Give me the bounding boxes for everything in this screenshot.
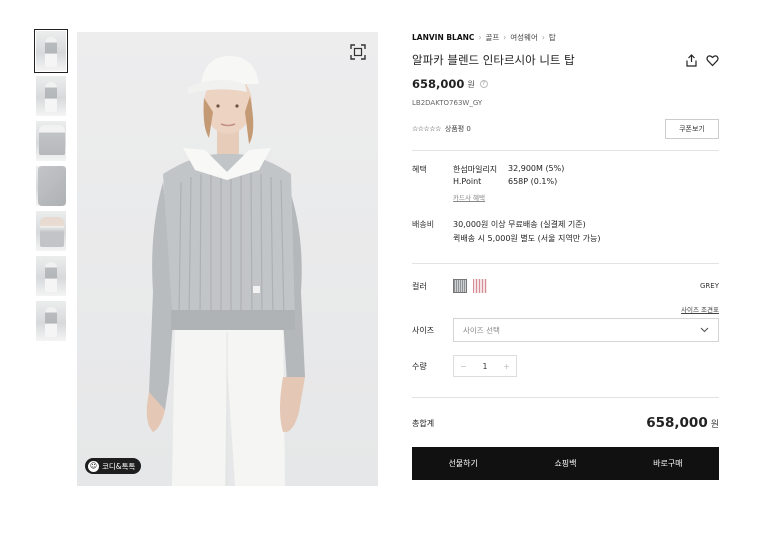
- breadcrumb-item[interactable]: 골프: [485, 32, 499, 43]
- card-benefit-link[interactable]: 카드사 혜택: [453, 192, 564, 205]
- currency-label: 원: [467, 79, 475, 89]
- main-product-image[interactable]: ☺ 코디&톡톡: [77, 32, 378, 486]
- gift-button[interactable]: 선물하기: [412, 447, 514, 480]
- plus-icon[interactable]: +: [503, 362, 510, 371]
- quantity-stepper: − 1 +: [453, 355, 517, 377]
- divider: [412, 263, 719, 264]
- product-title: 알파카 블렌드 인타르시아 니트 탑: [412, 53, 575, 67]
- benefit-section: 혜택 한섬마일리지 32,900M (5%) H.Point 658P (0.1%)…: [412, 164, 719, 205]
- shipping-line: 퀵배송 시 5,000원 별도 (서울 지역만 가능): [453, 234, 601, 243]
- thumbnail[interactable]: [34, 29, 68, 73]
- star-rating: ☆☆☆☆☆: [412, 125, 441, 133]
- divider: [412, 397, 719, 398]
- review-count[interactable]: 상품평 0: [445, 124, 471, 134]
- breadcrumb-brand[interactable]: LANVIN BLANC: [412, 33, 474, 42]
- coupon-button[interactable]: 쿠폰보기: [665, 119, 719, 139]
- thumbnail[interactable]: [36, 211, 66, 251]
- breadcrumb: LANVIN BLANC › 골프 › 여성웨어 › 탑: [412, 31, 719, 43]
- thumbnail-strip: [34, 29, 68, 346]
- quantity-label: 수량: [412, 361, 427, 371]
- chevron-right-icon: ›: [541, 32, 545, 42]
- color-swatch-grey[interactable]: [453, 279, 467, 293]
- benefit-value: 658P (0.1%): [508, 177, 558, 186]
- purchase-action-bar: 선물하기 쇼핑백 바로구매: [412, 447, 719, 480]
- product-price: 658,000: [412, 77, 465, 91]
- thumbnail[interactable]: [36, 256, 66, 296]
- shipping-section: 배송비 30,000원 이상 무료배송 (실결제 기준) 퀵배송 시 5,000…: [412, 219, 719, 247]
- benefit-name: 한섬마일리지: [453, 165, 498, 174]
- total-amount: 658,000: [646, 415, 708, 431]
- thumbnail[interactable]: [36, 76, 66, 116]
- size-guide-link[interactable]: 사이즈 조견표: [412, 304, 719, 314]
- color-swatch-pink[interactable]: [473, 279, 487, 293]
- selected-color-name: GREY: [700, 282, 719, 290]
- benefit-label: 혜택: [412, 165, 427, 174]
- color-selector: 컬러 GREY: [412, 279, 719, 293]
- thumbnail[interactable]: [36, 301, 66, 341]
- divider: [412, 150, 719, 151]
- thumbnail[interactable]: [36, 121, 66, 161]
- model-photo: [146, 56, 305, 486]
- total-currency: 원: [710, 420, 719, 430]
- size-placeholder: 사이즈 선택: [463, 325, 500, 335]
- breadcrumb-item[interactable]: 탑: [549, 32, 556, 43]
- heart-icon[interactable]: [706, 54, 719, 67]
- codi-talk-label: 코디&톡톡: [102, 461, 136, 471]
- chevron-down-icon: [700, 327, 709, 333]
- share-icon[interactable]: [685, 53, 698, 67]
- person-icon: ☺: [88, 460, 99, 472]
- chevron-right-icon: ›: [478, 32, 482, 42]
- shopping-bag-button[interactable]: 쇼핑백: [514, 447, 616, 480]
- buy-now-button[interactable]: 바로구매: [617, 447, 719, 480]
- thumbnail[interactable]: [36, 166, 66, 206]
- total-label: 총합계: [412, 418, 435, 428]
- breadcrumb-item[interactable]: 여성웨어: [510, 32, 538, 43]
- chevron-right-icon: ›: [503, 32, 507, 42]
- minus-icon[interactable]: −: [460, 362, 467, 371]
- product-code: LB2DAKTO763W_GY: [412, 99, 483, 107]
- quantity-selector: 수량 − 1 +: [412, 355, 719, 377]
- benefit-name: H.Point: [453, 177, 482, 186]
- quantity-value[interactable]: 1: [483, 362, 488, 371]
- size-selector: 사이즈 사이즈 선택: [412, 318, 719, 342]
- codi-talk-button[interactable]: ☺ 코디&톡톡: [85, 458, 142, 474]
- size-label: 사이즈: [412, 325, 435, 335]
- size-dropdown[interactable]: 사이즈 선택: [453, 318, 719, 342]
- zoom-icon[interactable]: [350, 44, 366, 60]
- benefit-value: 32,900M (5%): [508, 164, 565, 173]
- product-info-panel: LANVIN BLANC › 골프 › 여성웨어 › 탑 알파카 블렌드 인타르…: [412, 31, 719, 480]
- color-label: 컬러: [412, 281, 427, 291]
- shipping-label: 배송비: [412, 220, 435, 229]
- total-section: 총합계 658,000 원: [412, 414, 719, 432]
- info-icon[interactable]: ?: [479, 80, 488, 88]
- shipping-line: 30,000원 이상 무료배송 (실결제 기준): [453, 220, 586, 229]
